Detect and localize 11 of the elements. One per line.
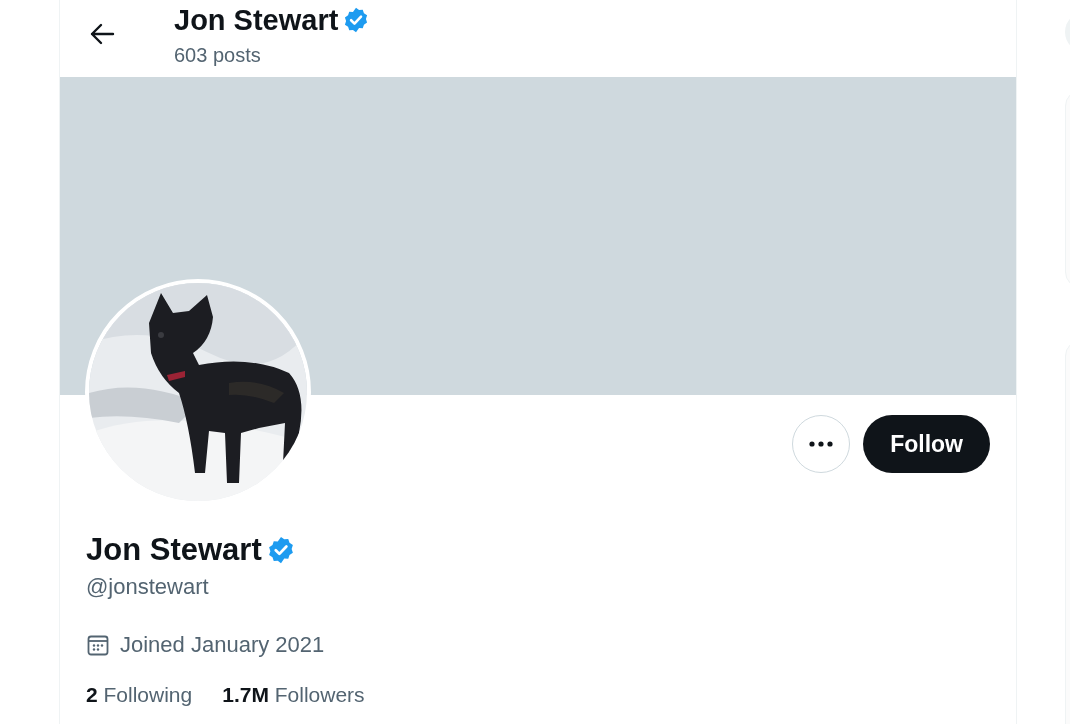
post-count: 603 posts: [174, 43, 262, 67]
calendar-icon: [86, 633, 110, 657]
stat-link[interactable]: 2 Following: [86, 680, 193, 710]
profile-name: Jon Stewart: [86, 532, 262, 568]
profile-name: Jon Stewart: [174, 3, 339, 37]
stat-link[interactable]: 1.7M Followers: [222, 680, 365, 710]
more-icon: [809, 441, 834, 447]
follow-button[interactable]: Follow: [863, 415, 990, 473]
join-date: Joined January 2021: [120, 631, 325, 659]
back-arrow-icon: [89, 23, 115, 45]
profile-handle: @jonstewart: [86, 573, 209, 601]
